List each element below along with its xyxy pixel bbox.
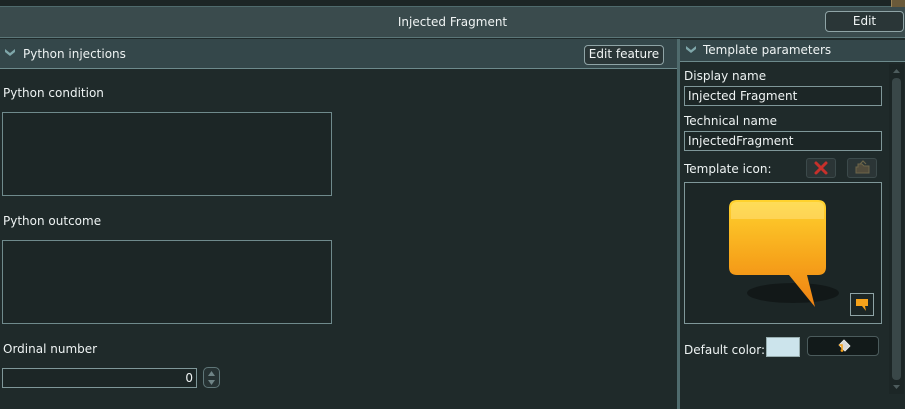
template-parameters-panel: Template parameters Display name Injecte… <box>680 39 905 409</box>
python-outcome-field[interactable] <box>2 240 332 324</box>
folder-open-icon <box>855 160 870 174</box>
up-arrow-icon[interactable] <box>204 369 219 378</box>
window-top-strip <box>0 0 905 7</box>
speech-bubble-icon <box>856 299 868 311</box>
window-corner-tab <box>891 0 905 7</box>
edit-feature-button[interactable]: Edit feature <box>584 45 664 65</box>
python-injections-panel: Python injections Edit feature Python co… <box>0 39 677 409</box>
edit-button[interactable]: Edit <box>825 11 904 32</box>
technical-name-label: Technical name <box>684 114 777 128</box>
python-injections-header[interactable]: Python injections Edit feature <box>0 39 677 69</box>
window-title: Injected Fragment <box>397 15 508 29</box>
ordinal-number-stepper[interactable] <box>203 367 220 388</box>
technical-name-input[interactable]: InjectedFragment <box>684 131 882 151</box>
template-parameters-header[interactable]: Template parameters <box>680 40 905 62</box>
display-name-input[interactable]: Injected Fragment <box>684 86 882 106</box>
section-title: Python injections <box>23 47 126 61</box>
scroll-down-icon[interactable] <box>889 381 904 393</box>
template-icon-preview[interactable] <box>684 182 882 324</box>
title-bar: Injected Fragment Edit <box>0 7 905 38</box>
scrollbar-thumb[interactable] <box>892 78 901 380</box>
vertical-scrollbar[interactable] <box>889 64 904 394</box>
python-condition-label: Python condition <box>3 86 104 100</box>
pick-color-button[interactable] <box>807 336 879 356</box>
scroll-up-icon[interactable] <box>889 65 904 77</box>
ordinal-number-label: Ordinal number <box>3 342 98 356</box>
chevron-down-icon[interactable] <box>4 48 16 58</box>
default-color-label: Default color: <box>684 343 766 357</box>
template-icon-label: Template icon: <box>684 162 772 176</box>
speech-bubble-icon <box>729 200 839 307</box>
paint-bucket-icon <box>838 339 851 352</box>
python-outcome-label: Python outcome <box>3 214 102 228</box>
chevron-down-icon[interactable] <box>685 45 697 55</box>
load-icon-button[interactable] <box>847 158 877 178</box>
display-name-label: Display name <box>684 69 767 83</box>
python-condition-field[interactable] <box>2 112 332 196</box>
default-color-swatch[interactable] <box>766 337 800 357</box>
small-icon-preview[interactable] <box>850 293 874 316</box>
section-title: Template parameters <box>703 43 832 57</box>
ordinal-number-input[interactable]: 0 <box>2 368 197 388</box>
close-icon <box>814 161 828 175</box>
down-arrow-icon[interactable] <box>204 378 219 387</box>
clear-icon-button[interactable] <box>806 158 836 178</box>
